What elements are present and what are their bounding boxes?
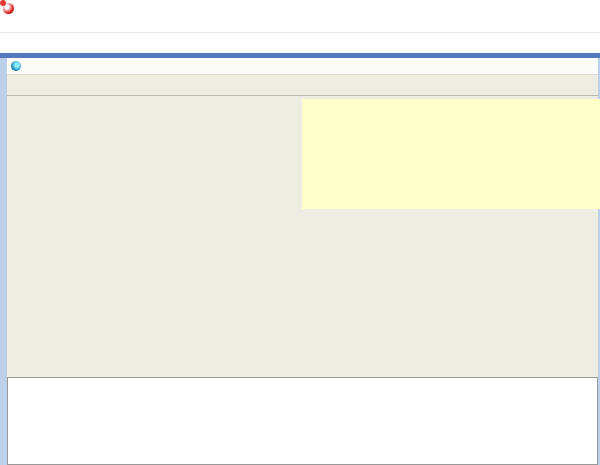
orders-table <box>7 377 598 465</box>
classification-form <box>7 106 302 190</box>
orders-tab-bar <box>7 343 598 360</box>
orders-toolbar <box>7 360 598 377</box>
window-titlebar <box>0 0 600 16</box>
employee-window-icon <box>11 61 21 71</box>
main-tab-bar <box>7 76 598 96</box>
annotation-note <box>302 99 600 209</box>
menubar <box>0 16 600 33</box>
letter-toolbar <box>0 33 600 53</box>
employee-window-header <box>7 58 598 75</box>
